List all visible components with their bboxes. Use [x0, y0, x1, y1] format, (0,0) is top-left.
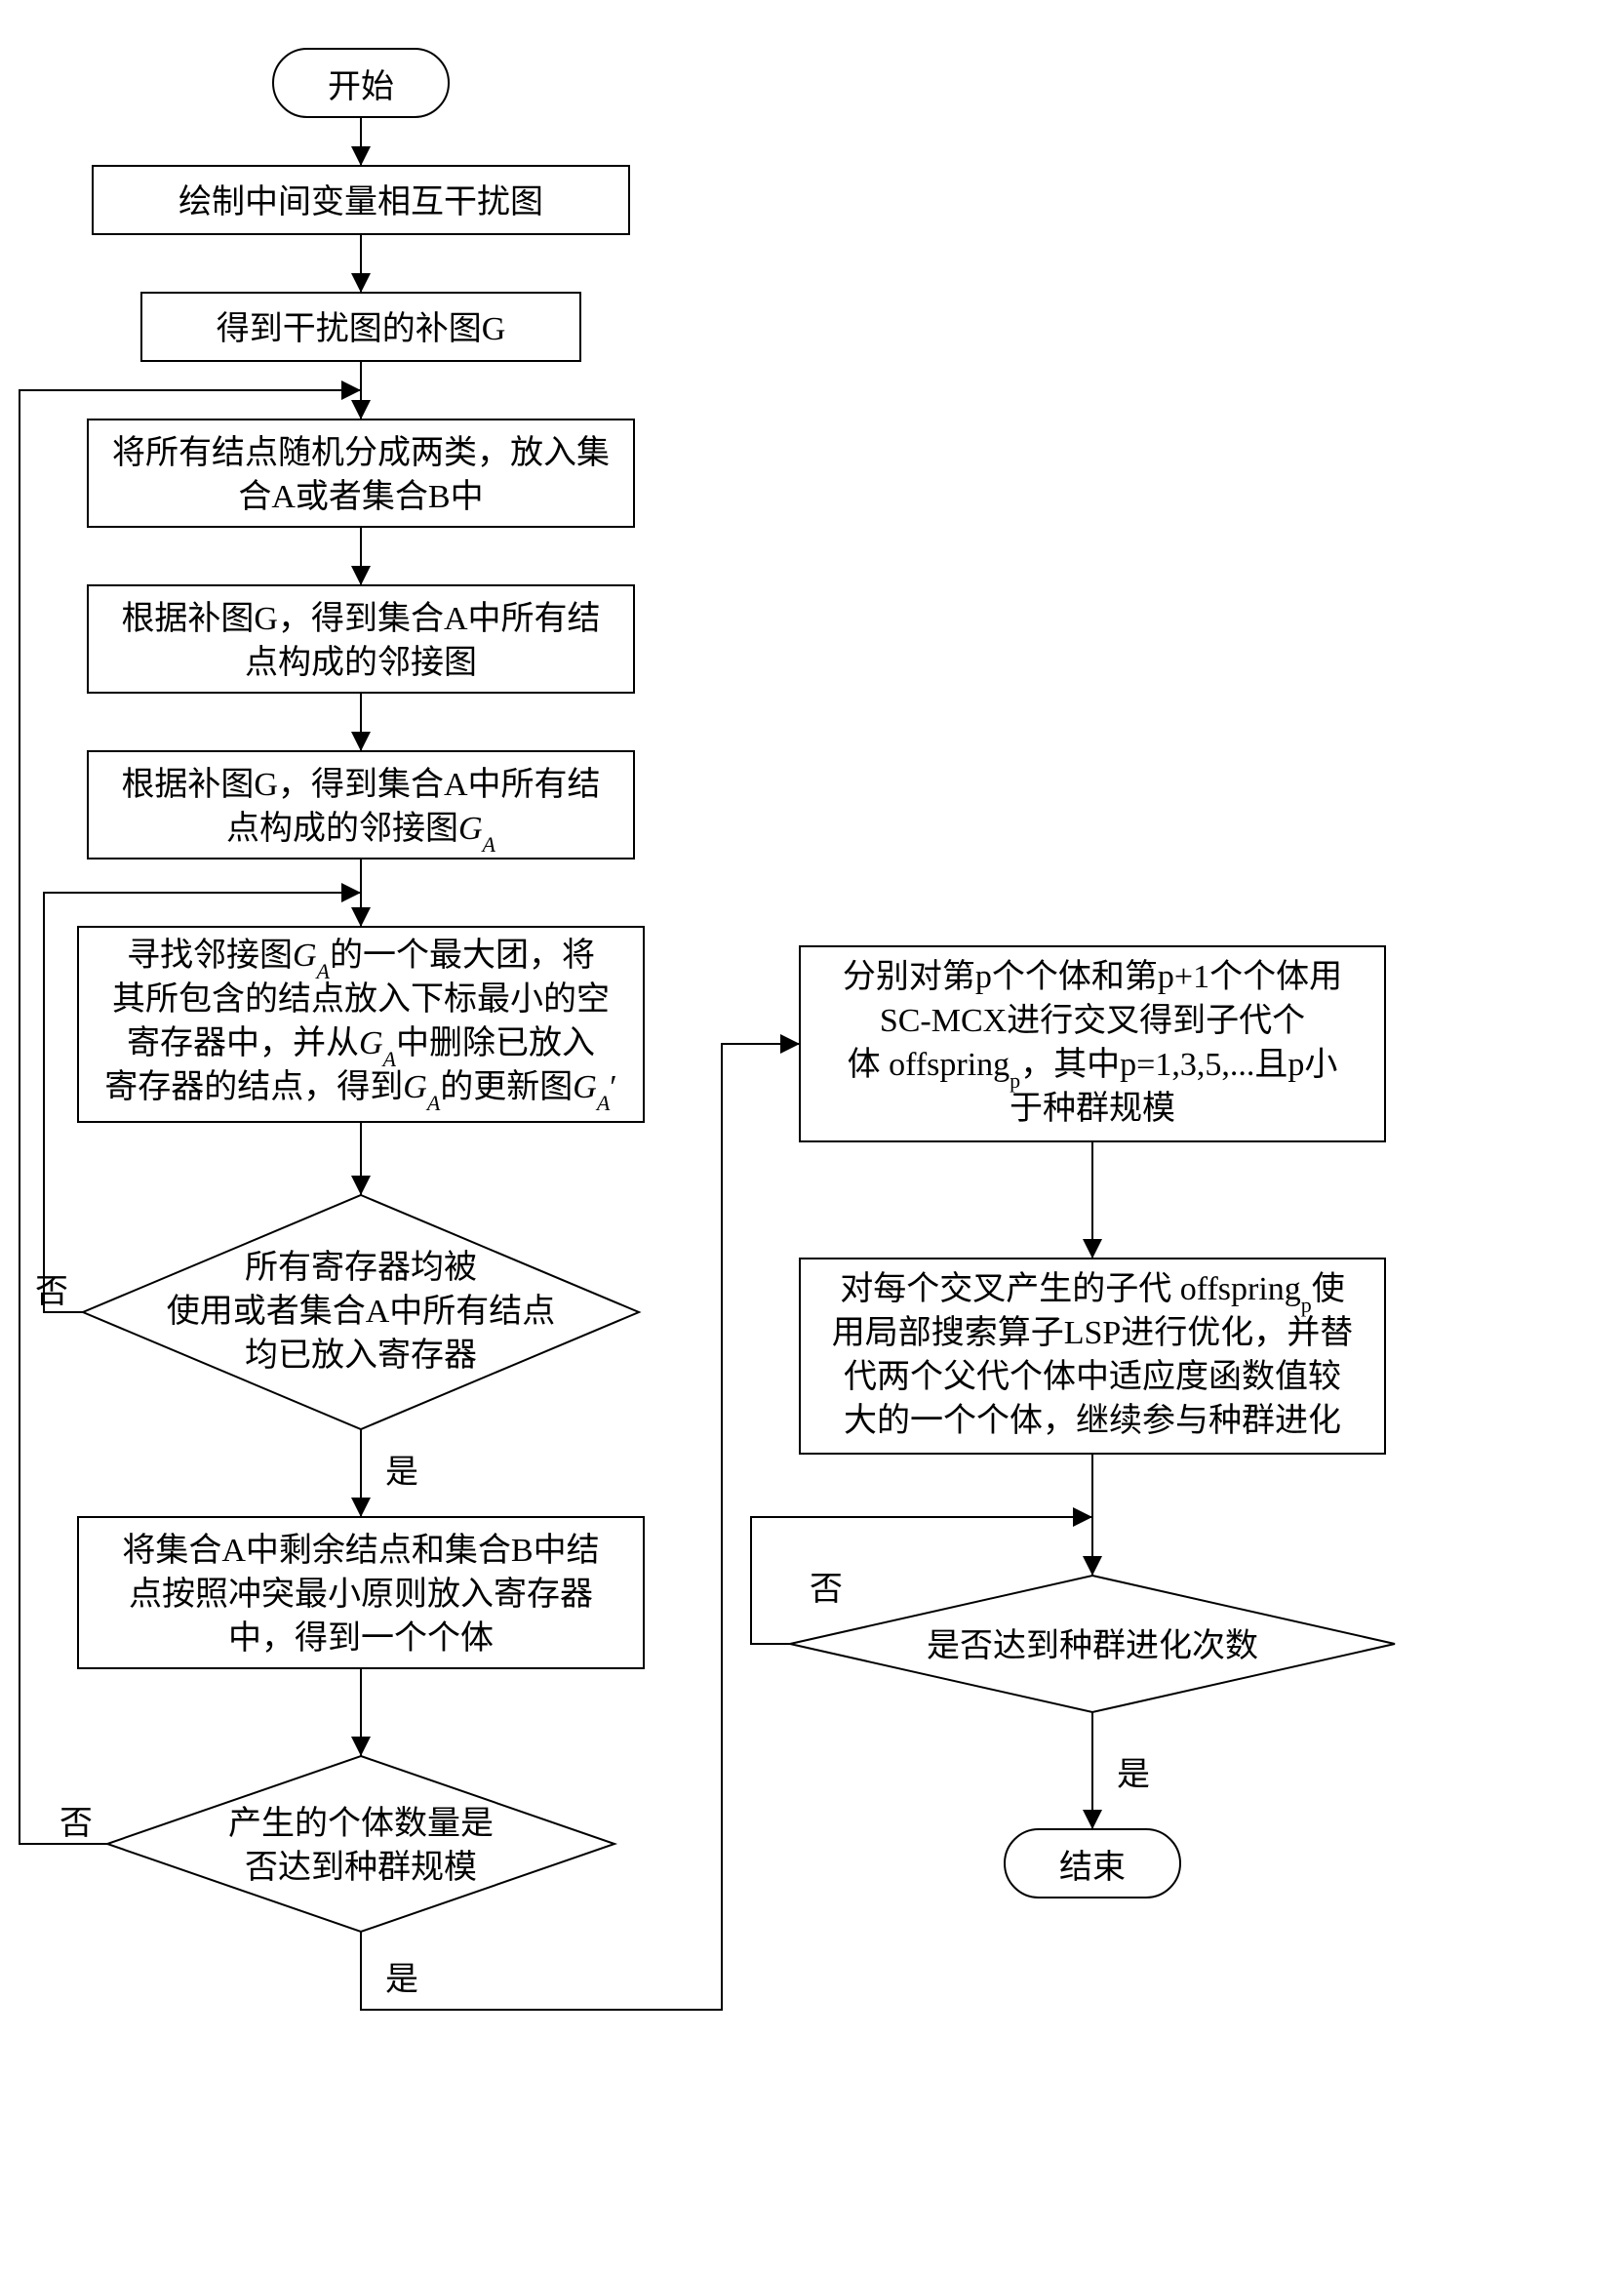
n8-l4: 于种群规模	[1010, 1090, 1175, 1127]
n3-l2: 合A或者集合B中	[238, 478, 483, 515]
n1-text: 绘制中间变量相互干扰图	[178, 183, 543, 220]
d1-yes-label: 是	[385, 1455, 418, 1491]
d2-l2: 否达到种群规模	[245, 1849, 477, 1886]
d1-no-label: 否	[35, 1274, 68, 1310]
n4-l1: 根据补图G，得到集合A中所有结	[121, 600, 600, 637]
n7-l1: 将集合A中剩余结点和集合B中结	[122, 1532, 599, 1569]
d1-l1: 所有寄存器均被	[245, 1249, 477, 1286]
d2-yes-label: 是	[385, 1962, 418, 1998]
n5-l1: 根据补图G，得到集合A中所有结	[121, 766, 600, 803]
d1-l2: 使用或者集合A中所有结点	[167, 1293, 556, 1330]
end-label: 结束	[1059, 1849, 1126, 1886]
n9-l2: 用局部搜索算子LSP进行优化，并替	[832, 1314, 1354, 1351]
n7-l3: 中，得到一个个体	[228, 1619, 494, 1657]
n4-l2: 点构成的邻接图	[245, 644, 477, 681]
d1-l3: 均已放入寄存器	[245, 1337, 477, 1374]
flowchart-diagram: 开始 绘制中间变量相互干扰图 得到干扰图的补图G 将所有结点随机分成两类，放入集…	[0, 0, 1624, 2278]
d3-yes-label: 是	[1117, 1757, 1150, 1793]
n8-l1: 分别对第p个个体和第p+1个个体用	[843, 958, 1342, 995]
n2-text: 得到干扰图的补图G	[217, 310, 506, 347]
d2-diamond	[107, 1756, 614, 1932]
d3-text: 是否达到种群进化次数	[927, 1627, 1258, 1664]
n6-l2: 其所包含的结点放入下标最小的空	[112, 980, 610, 1018]
d2-no-label: 否	[59, 1806, 93, 1842]
start-label: 开始	[328, 68, 394, 105]
d3-no-label: 否	[810, 1572, 843, 1608]
n3-l1: 将所有结点随机分成两类，放入集	[112, 434, 610, 471]
n9-l3: 代两个父代个体中适应度函数值较	[844, 1358, 1341, 1395]
n8-l2: SC-MCX进行交叉得到子代个	[880, 1002, 1305, 1039]
d2-l1: 产生的个体数量是	[228, 1805, 494, 1842]
n9-l4: 大的一个个体，继续参与种群进化	[844, 1402, 1341, 1439]
n7-l2: 点按照冲突最小原则放入寄存器	[129, 1576, 593, 1613]
